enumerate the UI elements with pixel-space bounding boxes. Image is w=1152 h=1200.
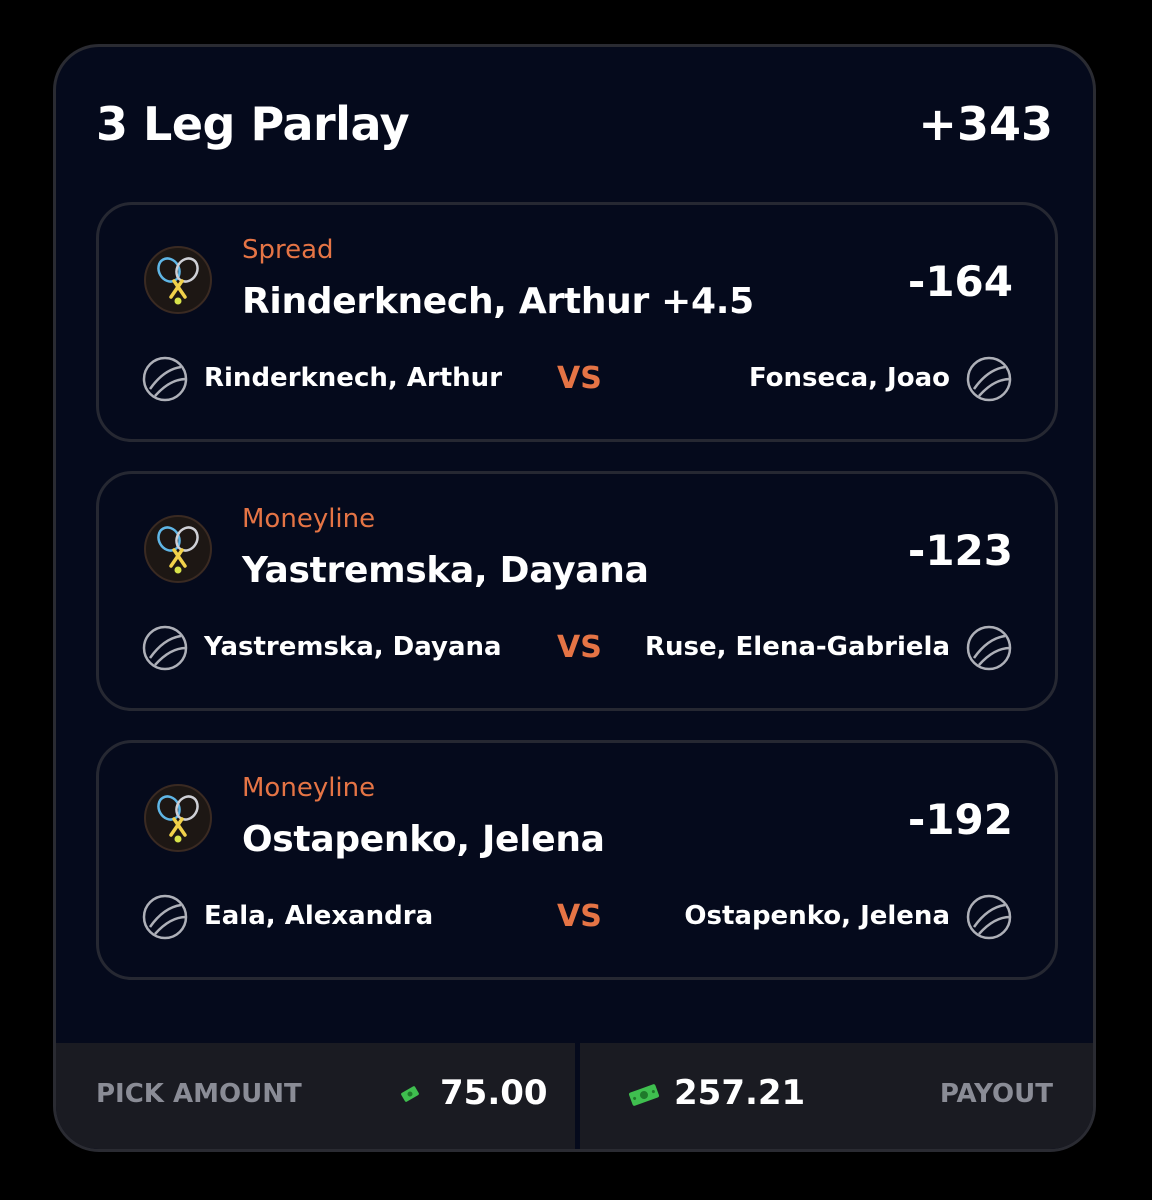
player-right: Ruse, Elena-Gabriela — [644, 632, 950, 662]
selection-name: Ostapenko, Jelena — [242, 819, 605, 860]
parlay-leg-2[interactable]: Moneyline Yastremska, Dayana -123 Yastre… — [96, 471, 1058, 711]
vs-label: VS — [557, 899, 602, 934]
parlay-footer: PICK AMOUNT 75.00 257.21 PAYOUT — [56, 1043, 1093, 1149]
tennis-ball-icon — [142, 894, 188, 940]
parlay-card[interactable]: 3 Leg Parlay +343 Spread Rinderknech, Ar… — [53, 44, 1096, 1152]
tennis-ball-icon — [142, 625, 188, 671]
tennis-rackets-icon — [144, 515, 212, 583]
tennis-ball-icon — [966, 356, 1012, 402]
player-right: Fonseca, Joao — [748, 363, 950, 393]
tennis-rackets-icon — [144, 246, 212, 314]
pick-amount-label: PICK AMOUNT — [96, 1079, 302, 1109]
tennis-rackets-icon — [144, 784, 212, 852]
tennis-ball-icon — [142, 356, 188, 402]
payout-label: PAYOUT — [939, 1079, 1053, 1109]
cash-icon — [629, 1084, 659, 1106]
market-label: Moneyline — [242, 504, 376, 534]
player-left: Yastremska, Dayana — [204, 632, 502, 662]
cash-icon — [401, 1086, 419, 1102]
pick-amount-value: 75.00 — [440, 1073, 548, 1113]
leg-odds: -192 — [907, 795, 1013, 844]
market-label: Moneyline — [242, 773, 376, 803]
tennis-ball-icon — [966, 625, 1012, 671]
vs-label: VS — [557, 630, 602, 665]
parlay-odds: +343 — [918, 97, 1053, 151]
vs-label: VS — [557, 361, 602, 396]
parlay-leg-3[interactable]: Moneyline Ostapenko, Jelena -192 Eala, A… — [96, 740, 1058, 980]
parlay-leg-1[interactable]: Spread Rinderknech, Arthur +4.5 -164 Rin… — [96, 202, 1058, 442]
leg-odds: -123 — [907, 526, 1013, 575]
footer-divider — [575, 1043, 580, 1149]
selection-name: Yastremska, Dayana — [242, 550, 649, 591]
player-left: Eala, Alexandra — [204, 901, 434, 931]
player-right: Ostapenko, Jelena — [684, 901, 950, 931]
player-left: Rinderknech, Arthur — [204, 363, 503, 393]
selection-name: Rinderknech, Arthur +4.5 — [242, 281, 754, 322]
tennis-ball-icon — [966, 894, 1012, 940]
market-label: Spread — [242, 235, 334, 265]
payout-value: 257.21 — [674, 1073, 806, 1113]
leg-odds: -164 — [907, 257, 1013, 306]
parlay-title: 3 Leg Parlay — [96, 97, 410, 151]
